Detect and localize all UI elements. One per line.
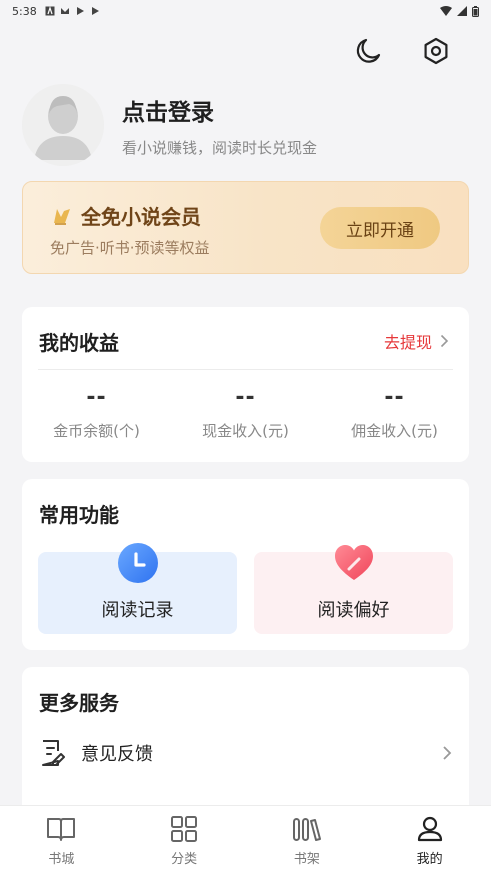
services-title: 更多服务: [39, 691, 119, 715]
stat-label: 现金收入(元): [202, 422, 289, 440]
tab-bookstore[interactable]: 书城: [0, 806, 123, 874]
feedback-item[interactable]: 意见反馈: [39, 733, 452, 773]
book-open-icon: [47, 818, 76, 841]
a-icon: [45, 6, 55, 16]
tab-category[interactable]: 分类: [123, 806, 246, 874]
wifi-icon: [440, 6, 452, 16]
clock-icon: [117, 543, 158, 583]
stat-label: 金币余额(个): [53, 422, 140, 440]
stat-coins[interactable]: -- 金币余额(个): [22, 385, 171, 441]
settings-button[interactable]: [421, 36, 451, 66]
reading-preference-button[interactable]: 阅读偏好: [254, 545, 453, 634]
reading-preference-label: 阅读偏好: [317, 600, 390, 621]
moon-icon: [356, 38, 381, 63]
default-avatar-icon: [22, 84, 104, 166]
play-icon: [76, 7, 84, 15]
stat-cash[interactable]: -- 现金收入(元): [171, 385, 320, 441]
chevron-right-icon: [443, 746, 452, 760]
tab-bookshelf[interactable]: 书架: [246, 806, 369, 874]
vip-title: 全免小说会员: [81, 205, 201, 229]
tab-label: 我的: [416, 852, 443, 867]
reading-history-label: 阅读记录: [101, 600, 174, 621]
withdraw-link[interactable]: 去提现: [384, 329, 449, 353]
login-area[interactable]: 点击登录 看小说赚钱，阅读时长兑现金: [22, 84, 317, 166]
tab-mine[interactable]: 我的: [368, 806, 491, 874]
grid-icon: [171, 816, 198, 842]
heart-icon: [334, 545, 373, 580]
user-icon: [417, 816, 442, 842]
login-subtitle: 看小说赚钱，阅读时长兑现金: [122, 138, 318, 157]
chevron-right-icon: [440, 334, 449, 348]
stat-value: --: [384, 385, 405, 410]
stat-label: 佣金收入(元): [351, 422, 438, 440]
status-time: 5:38: [12, 4, 37, 18]
status-bar: 5:38: [0, 0, 491, 22]
feedback-icon: [42, 740, 65, 766]
earnings-card: 我的收益 去提现 -- 金币余额(个) -- 现金收入(元) -- 佣金收入(元…: [22, 307, 469, 462]
night-mode-button[interactable]: [353, 36, 383, 66]
vip-subtitle: 免广告·听书·预读等权益: [50, 239, 210, 257]
crown-icon: [54, 208, 70, 225]
mail-icon: [60, 8, 69, 14]
battery-icon: [472, 5, 479, 17]
tab-label: 书城: [48, 852, 75, 867]
avatar[interactable]: [22, 84, 104, 166]
functions-card: 常用功能 阅读记录 阅读偏好: [22, 479, 469, 650]
tab-label: 分类: [171, 852, 198, 867]
tab-label: 书架: [293, 852, 320, 867]
stat-commission[interactable]: -- 佣金收入(元): [320, 385, 469, 441]
bottom-tab-bar: 书城 分类 书架 我的: [0, 805, 491, 874]
open-vip-button[interactable]: 立即开通: [320, 207, 440, 249]
stat-value: --: [235, 385, 256, 410]
functions-title: 常用功能: [39, 503, 119, 527]
play-icon: [91, 7, 99, 15]
settings-hex-icon: [424, 37, 448, 65]
reading-history-button[interactable]: 阅读记录: [38, 543, 237, 634]
withdraw-label: 去提现: [383, 333, 432, 352]
divider: [38, 369, 453, 370]
bookshelf-icon: [292, 818, 321, 841]
login-title[interactable]: 点击登录: [122, 93, 317, 127]
vip-card[interactable]: 全免小说会员 免广告·听书·预读等权益 立即开通: [22, 181, 469, 274]
stat-value: --: [86, 385, 107, 410]
feedback-label: 意见反馈: [81, 744, 153, 765]
signal-icon: [457, 6, 467, 16]
earnings-title: 我的收益: [39, 331, 119, 355]
